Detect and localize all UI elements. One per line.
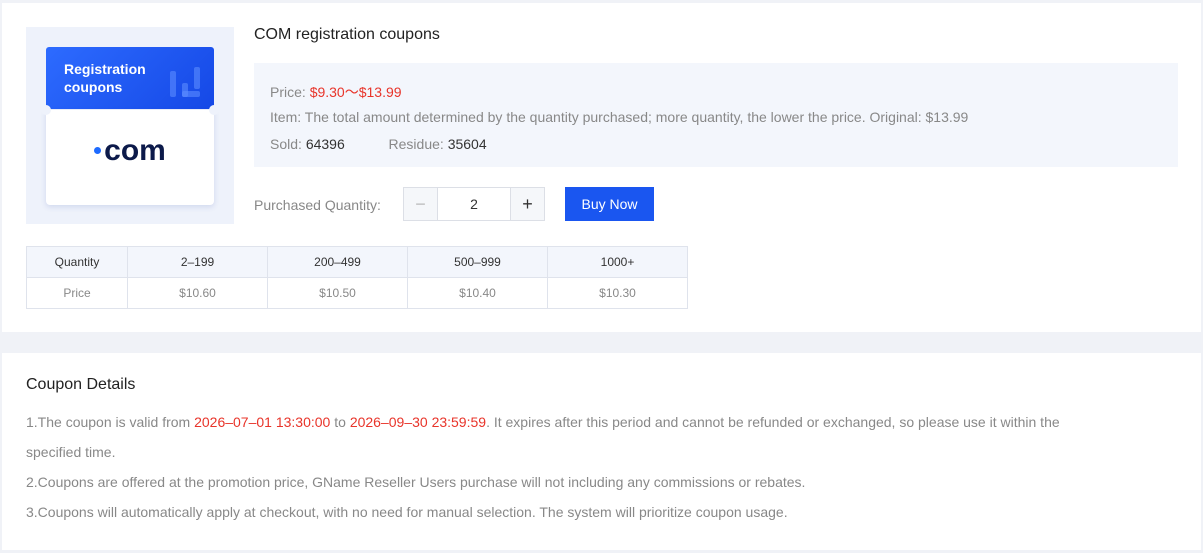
residue-value: 35604	[447, 136, 487, 152]
details-title: Coupon Details	[26, 376, 136, 393]
detail-line-1-text: 1.The coupon is valid from	[26, 414, 195, 430]
detail-line-1-to: to	[330, 414, 350, 430]
coupon-notch-left	[41, 105, 51, 115]
quantity-input[interactable]	[438, 188, 510, 220]
coupon-image: Registration coupons com	[26, 27, 234, 224]
table-header-cell: Quantity	[26, 246, 128, 278]
table-header-cell: 1000+	[547, 246, 688, 278]
table-cell: $10.40	[407, 277, 548, 309]
table-cell: $10.30	[547, 277, 688, 309]
table-header-cell: 200–499	[267, 246, 408, 278]
table-cell: Price	[26, 277, 128, 309]
valid-start-date: 2026–07–01 13:30:00	[194, 414, 331, 430]
price-line: Price: $9.30～$13.99	[270, 82, 402, 102]
coupon-header-text: Registration coupons	[64, 60, 174, 96]
coupon-header-line1: Registration	[64, 61, 146, 77]
product-info-box: Price: $9.30～$13.99 Item: The total amou…	[254, 63, 1178, 167]
buy-now-button[interactable]: Buy Now	[565, 187, 654, 221]
table-header-cell: 2–199	[127, 246, 268, 278]
increment-button[interactable]: +	[510, 188, 544, 220]
quantity-label: Purchased Quantity:	[254, 197, 381, 213]
item-line: Item: The total amount determined by the…	[270, 109, 968, 125]
detail-line-1-rest: . It expires after this period and canno…	[486, 414, 1060, 430]
detail-line-1-cont: specified time.	[26, 444, 116, 460]
detail-line-1: 1.The coupon is valid from 2026–07–01 13…	[26, 407, 1176, 437]
detail-line-3: 3.Coupons will automatically apply at ch…	[26, 504, 788, 520]
price-tier-table: Quantity 2–199 200–499 500–999 1000+ Pri…	[26, 246, 688, 309]
price-label: Price:	[270, 84, 306, 100]
table-row: Price $10.60 $10.50 $10.40 $10.30	[26, 277, 688, 309]
table-cell: $10.60	[127, 277, 268, 309]
coupon-header: Registration coupons	[46, 47, 214, 109]
coupon-domain: com	[46, 134, 214, 168]
coupon-notch-right	[209, 105, 219, 115]
sold-value: 64396	[305, 136, 345, 152]
dot-icon	[94, 146, 102, 154]
item-text: The total amount determined by the quant…	[304, 109, 969, 125]
detail-line-2: 2.Coupons are offered at the promotion p…	[26, 474, 806, 490]
table-cell: $10.50	[267, 277, 408, 309]
coupon-domain-text: com	[104, 134, 166, 167]
price-value: $9.30～$13.99	[309, 84, 402, 100]
quantity-stepper: − +	[403, 187, 545, 221]
table-header-row: Quantity 2–199 200–499 500–999 1000+	[26, 246, 688, 278]
product-title: COM registration coupons	[254, 26, 440, 43]
coupon-decoration-icon	[170, 67, 200, 97]
valid-end-date: 2026–09–30 23:59:59	[349, 414, 487, 430]
decrement-button[interactable]: −	[404, 188, 438, 220]
item-label: Item:	[270, 109, 302, 125]
coupon-header-line2: coupons	[64, 79, 123, 95]
sold-label: Sold:	[270, 136, 302, 152]
residue-label: Residue:	[388, 136, 444, 152]
table-header-cell: 500–999	[407, 246, 548, 278]
sold-line: Sold: 64396 Residue: 35604	[270, 136, 487, 152]
coupon-body: com	[41, 105, 219, 205]
